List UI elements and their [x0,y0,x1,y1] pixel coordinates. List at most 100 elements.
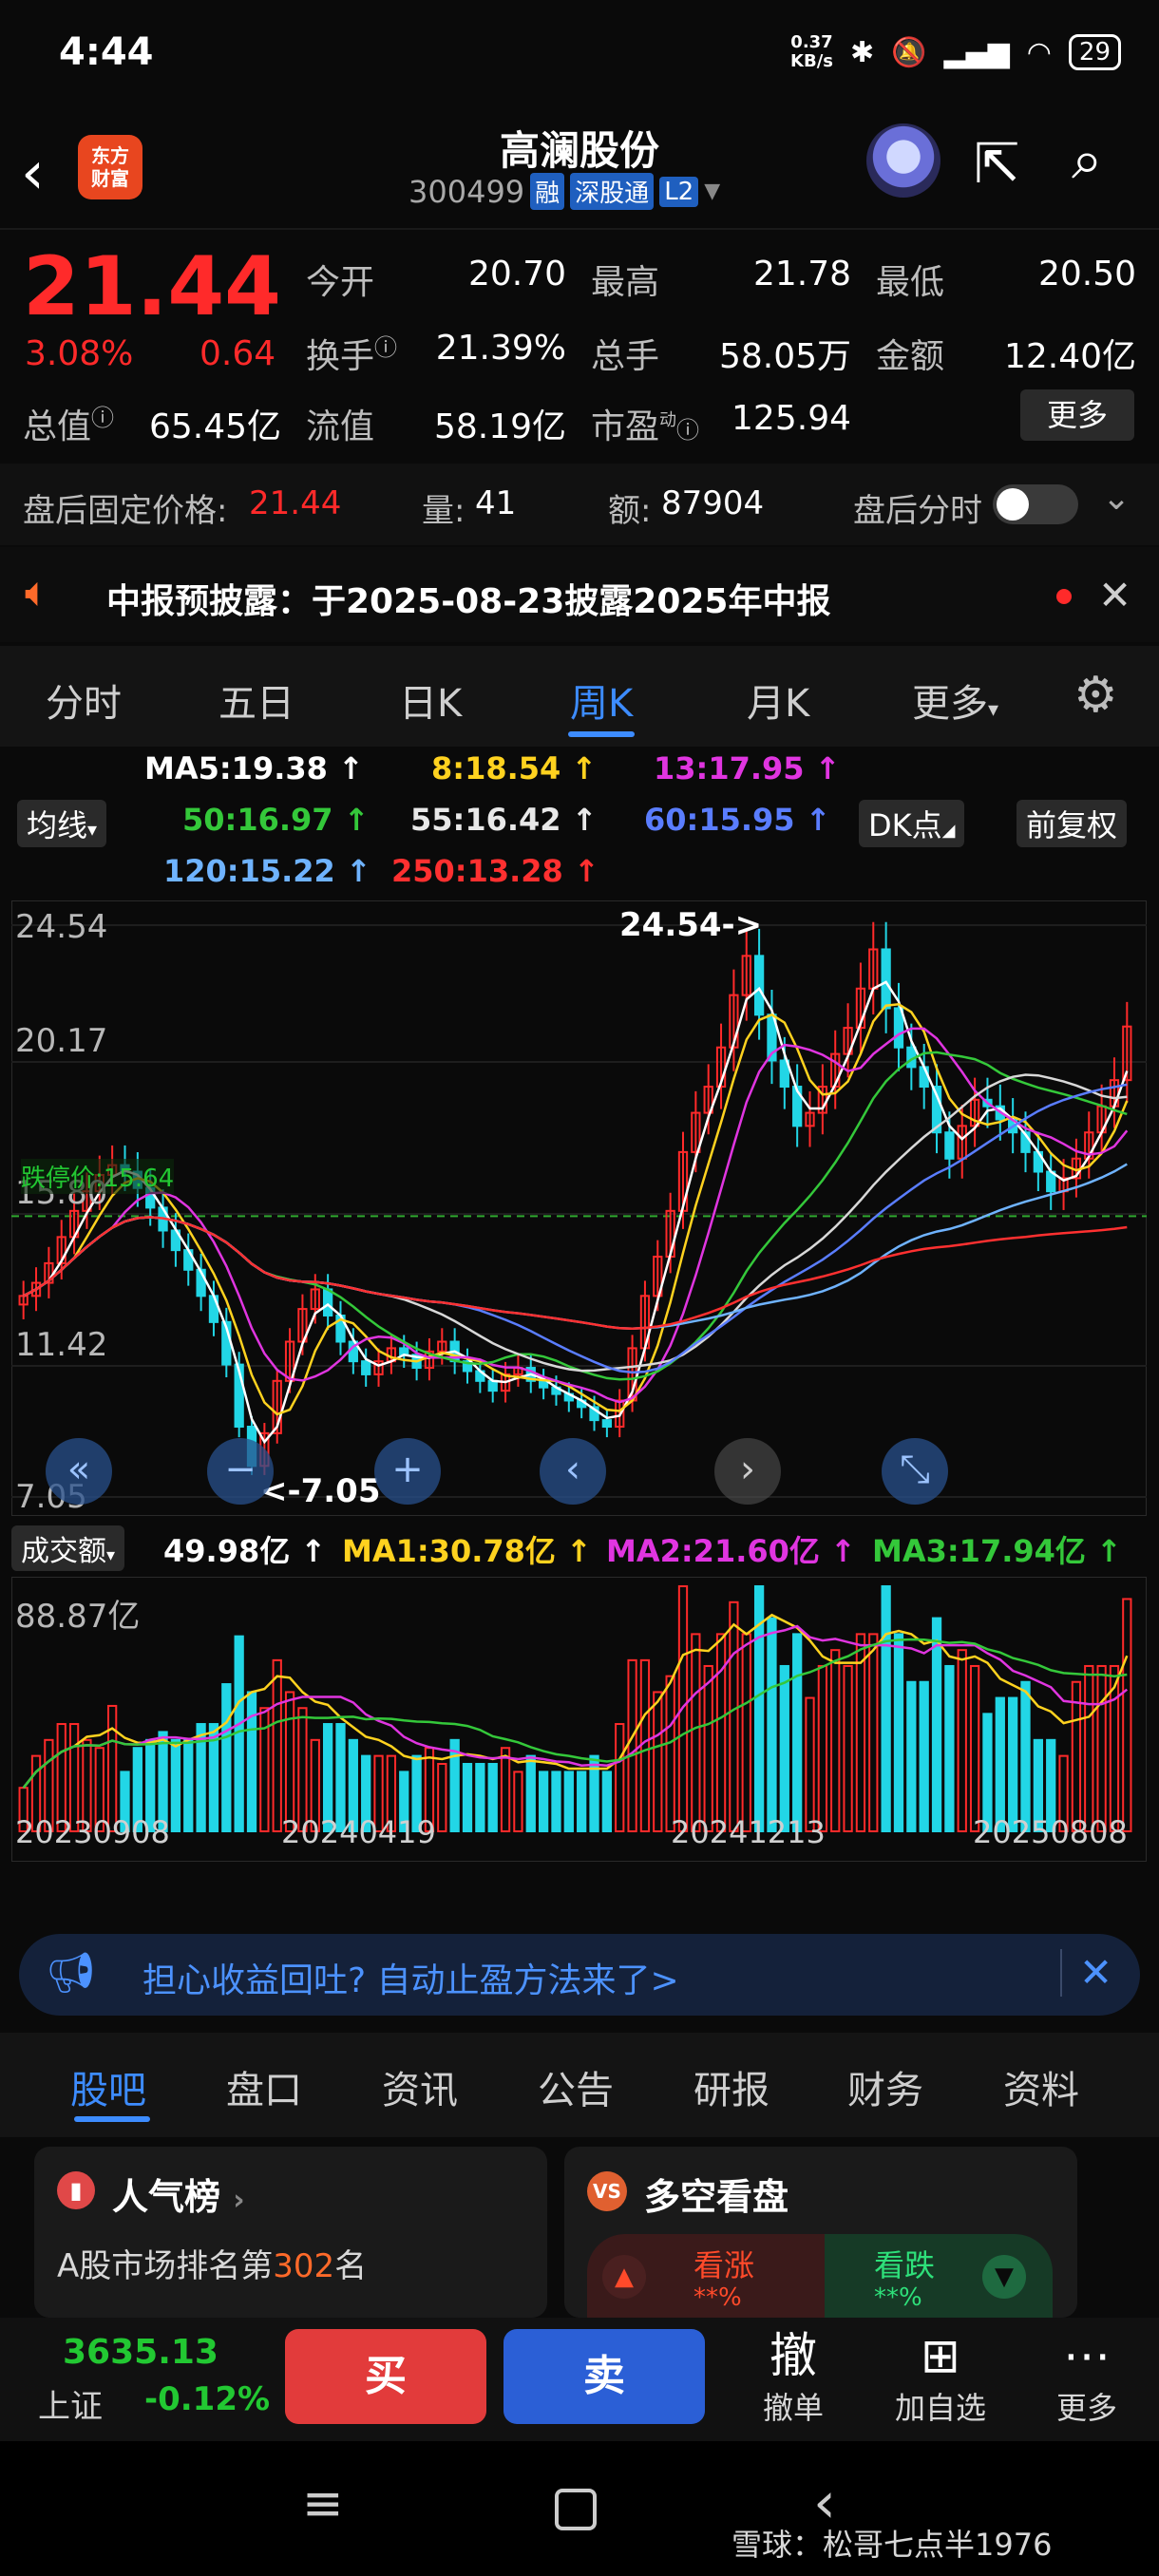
mute-icon: 🔕 [891,35,927,69]
min-annotation: <-7.05 [260,1472,381,1510]
candle-body [944,1131,955,1160]
bear-label: 看跌 [874,2247,936,2283]
dk-point-button[interactable]: DK点◢ [859,800,965,847]
battery-icon: 29 [1068,34,1121,70]
status-icons: 0.37 KB/s ✱ 🔕 ▂▄▆ ◠ 29 [790,30,1121,74]
chevron-down-icon[interactable]: ⌄ [1102,479,1130,518]
after-hours-toggle[interactable] [993,484,1078,524]
stock-header: ‹ 东方 财富 高澜股份 300499 融 深股通 L2 ▼ ⇱ ⌕ [0,104,1159,228]
vs-icon: VS [587,2171,627,2211]
assistant-robot-icon[interactable] [866,123,940,198]
tab-profile[interactable]: 资料 [1003,2059,1079,2114]
megaphone-icon: 📢︎ [46,1949,97,1996]
volume-bar [1071,1680,1082,1832]
volume-bar [487,1763,498,1833]
tab-news[interactable]: 资讯 [382,2059,458,2114]
volume-value: 58.05万 [718,337,851,376]
tab-more[interactable]: 更多▾ [912,672,998,728]
volume-ma3: MA3:17.94亿 ↑ [872,1533,1122,1569]
max-annotation: 24.54-> [619,906,763,944]
buy-button[interactable]: 买 [285,2329,486,2424]
tab-forum[interactable]: 股吧 [70,2059,146,2114]
volume-bar [944,1664,955,1833]
adjust-button[interactable]: 前复权 [1016,800,1128,847]
kline-tabs: 分时 五日 日K 周K 月K 更多▾ ⚙ [0,646,1159,747]
candle-body [919,1066,929,1089]
notice-bar[interactable]: 🔈︎ 中报预披露：于2025-08-23披露2025年中报 ✕ [0,547,1159,642]
status-bar: 4:44 0.37 KB/s ✱ 🔕 ▂▄▆ ◠ 29 [0,0,1159,104]
more-actions-button[interactable]: ⋯ 更多 [1039,2327,1134,2428]
volume-bar [691,1633,701,1833]
sell-button[interactable]: 卖 [504,2329,705,2424]
promo-banner[interactable]: 📢︎ 担心收益回吐? 自动止盈方法来了> ✕ [19,1934,1140,2016]
share-icon[interactable]: ⇱ [974,131,1020,196]
divider [0,228,1159,230]
candle-body [753,955,765,1016]
notice-text: 中报预披露：于2025-08-23披露2025年中报 [106,582,831,621]
volume-bar [805,1696,815,1832]
fullscreen-icon[interactable]: ⤡ [882,1438,948,1505]
ma8-legend: 8:18.54 ↑ [431,750,598,786]
bull-button[interactable]: ▲ 看涨 **% [587,2234,825,2318]
volume-max-label: 88.87亿 [15,1598,141,1636]
scroll-right-button[interactable]: › [714,1438,781,1505]
volume-bar [449,1738,460,1832]
bear-button[interactable]: 看跌 **% ▼ [825,2234,1053,2318]
low-label: 最低 [876,263,945,302]
cancel-label: 撤单 [762,2390,824,2426]
tab-orderbook[interactable]: 盘口 [226,2059,302,2114]
volume-bar [906,1680,917,1832]
popularity-card[interactable]: ▮ 人气榜 › A股市场排名第302名 [34,2147,547,2318]
index-value[interactable]: 3635.13 [63,2333,218,2372]
more-quote-button[interactable]: 更多 [1020,389,1134,441]
zoom-in-button[interactable]: + [374,1438,441,1505]
volume-ma2: MA2:21.60亿 ↑ [606,1533,856,1569]
volume-bar [1096,1664,1107,1833]
tab-financials[interactable]: 财务 [847,2059,923,2114]
bear-pct: **% [874,2283,922,2312]
volume-bar [475,1763,485,1833]
close-icon[interactable]: ✕ [1079,1949,1112,1996]
close-icon[interactable]: ✕ [1098,572,1131,618]
candle-body [881,948,891,1010]
volume-bar [627,1658,637,1832]
volume-bar [995,1696,1005,1832]
settings-gear-icon[interactable]: ⚙ [1074,667,1118,724]
scroll-left-fast-button[interactable]: « [46,1438,112,1505]
tab-monthly-k[interactable]: 月K [747,672,809,728]
tab-announcements[interactable]: 公告 [538,2059,614,2114]
volume-bar [183,1738,194,1832]
date-label: 20250808 [973,1814,1128,1850]
tab-daily-k[interactable]: 日K [399,672,462,728]
bull-pct: **% [694,2283,742,2312]
scroll-left-button[interactable]: ‹ [540,1438,606,1505]
more-dots-icon: ⋯ [1063,2328,1111,2383]
kline-chart[interactable]: 24.54 20.17 15.80 11.42 7.05 跌停价:15.64 2… [10,900,1148,1517]
tab-timeshare[interactable]: 分时 [46,672,122,728]
volume-ma1: MA1:30.78亿 ↑ [342,1533,592,1569]
current-price: 21.44 [23,239,282,334]
menu-icon[interactable]: ≡ [302,2475,344,2532]
tab-five-day[interactable]: 五日 [218,672,294,728]
volume-bar [639,1658,651,1832]
volume-bar [297,1707,308,1832]
zoom-out-button[interactable]: − [207,1438,274,1505]
float-value: 58.19亿 [433,407,566,446]
mktcap-value: 65.45亿 [148,407,281,446]
volume-bar [729,1601,739,1833]
add-watchlist-button[interactable]: ⊞ 加自选 [884,2327,998,2428]
tab-weekly-k[interactable]: 周K [570,672,633,728]
stock-code-row[interactable]: 300499 融 深股通 L2 ▼ [408,173,720,210]
bull-bear-card[interactable]: VS 多空看盘 ▲ 看涨 **% 看跌 **% ▼ [564,2147,1077,2318]
index-change: -0.12% [144,2380,271,2418]
cancel-order-button[interactable]: 撤 撤单 [750,2327,836,2428]
y-tick-label: 20.17 [15,1022,108,1060]
indicator-select[interactable]: 均线▾ [17,800,107,847]
amount-label: 金额 [876,337,945,376]
tab-research[interactable]: 研报 [694,2059,770,2114]
volume-bar [703,1664,713,1833]
home-icon[interactable] [555,2489,597,2530]
search-icon[interactable]: ⌕ [1072,127,1102,193]
volume-indicator-select[interactable]: 成交额▾ [11,1525,125,1571]
clock: 4:44 [59,30,154,74]
